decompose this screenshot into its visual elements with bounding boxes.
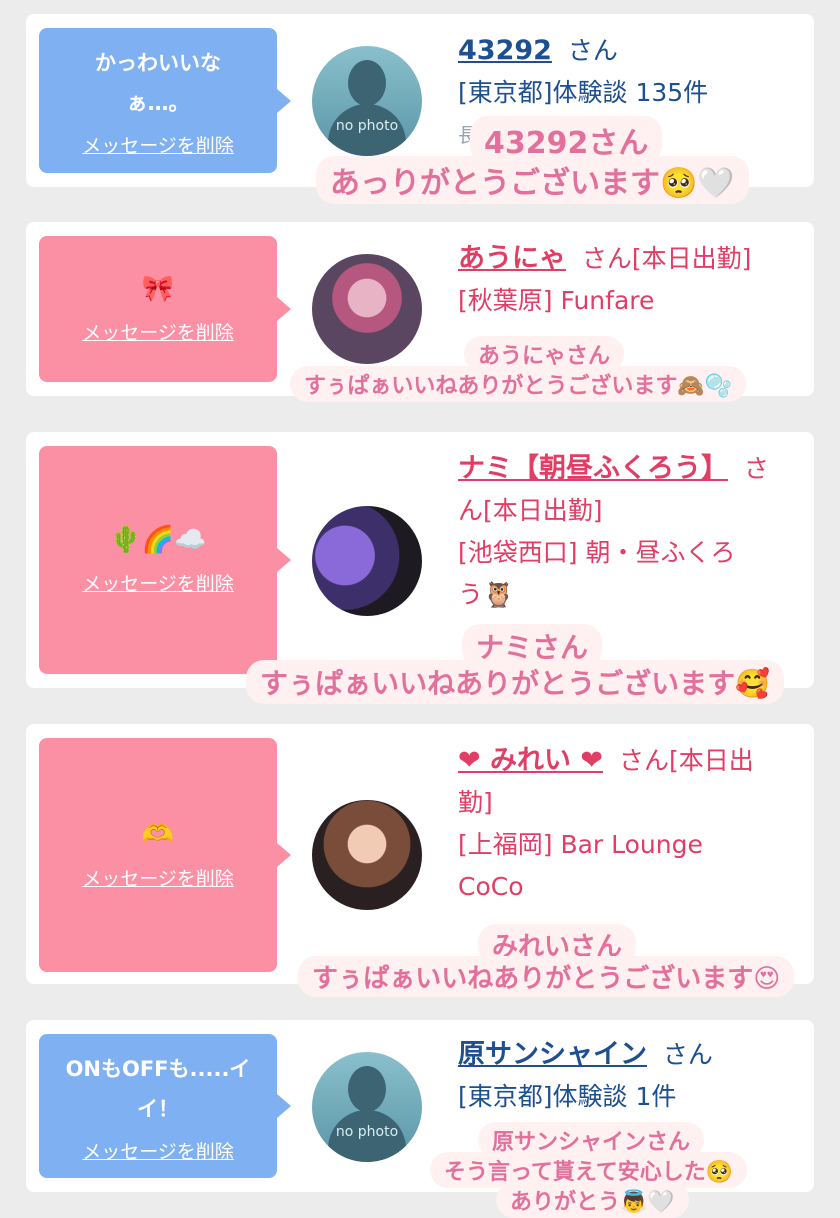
overlay-caption: すぅぱぁいいねありがとうございます😍	[298, 956, 795, 997]
user-name-link[interactable]: ナミ【朝昼ふくろう】	[458, 453, 728, 484]
message-bubble: かっわいいな ぁ…。 メッセージを削除	[39, 28, 291, 173]
overlay-caption: あっりがとうございます🥺🤍	[316, 156, 749, 204]
delete-message-link[interactable]: メッセージを削除	[82, 864, 234, 891]
user-location: [東京都]体験談 135件	[458, 78, 709, 107]
user-location: [秋葉原] Funfare	[458, 286, 655, 315]
honorific: さん[本日出	[618, 746, 754, 775]
user-info: あうにゃ さん[本日出勤] [秋葉原] Funfare	[458, 238, 794, 322]
card-mirei: 🫶 メッセージを削除 ❤ みれい ❤ さん[本日出 勤] [上福岡] Bar L…	[26, 724, 814, 984]
avatar[interactable]	[312, 254, 422, 364]
message-emoji: 🎀	[141, 273, 175, 304]
user-status: ん[本日出勤]	[458, 496, 603, 525]
delete-message-link[interactable]: メッセージを削除	[82, 569, 234, 596]
user-name-link[interactable]: 43292	[458, 35, 552, 66]
avatar[interactable]: no photo	[312, 1052, 422, 1162]
avatar[interactable]	[312, 800, 422, 910]
user-location-cont: う🦉	[458, 580, 515, 609]
message-bubble: ONもOFFも.....イ イ！ メッセージを削除	[39, 1034, 291, 1178]
delete-message-link[interactable]: メッセージを削除	[82, 131, 234, 158]
overlay-caption: ありがとう👼🤍	[496, 1182, 689, 1218]
message-text: かっわいいな ぁ…。	[95, 51, 221, 115]
delete-message-link[interactable]: メッセージを削除	[82, 1137, 234, 1164]
no-photo-label: no photo	[335, 118, 399, 134]
user-name-link[interactable]: ❤ みれい ❤	[458, 745, 603, 776]
message-emoji: 🫶	[141, 819, 175, 850]
no-photo-label: no photo	[335, 1124, 399, 1140]
user-info: 原サンシャイン さん [東京都]体験談 1件	[458, 1034, 794, 1118]
user-location: [東京都]体験談 1件	[458, 1082, 677, 1111]
user-name-link[interactable]: 原サンシャイン	[458, 1039, 647, 1070]
honorific: さん[本日出勤]	[581, 244, 752, 273]
message-bubble: 🎀 メッセージを削除	[39, 236, 291, 382]
user-location-cont: CoCo	[458, 872, 524, 901]
overlay-caption: すぅぱぁいいねありがとうございます🥰	[246, 660, 785, 704]
message-text: ONもOFFも.....イ イ！	[65, 1056, 251, 1121]
user-status: 勤]	[458, 788, 493, 817]
avatar[interactable]	[312, 506, 422, 616]
honorific: さん	[662, 1040, 713, 1069]
message-bubble: 🫶 メッセージを削除	[39, 738, 291, 972]
avatar[interactable]: no photo	[312, 46, 422, 156]
delete-message-link[interactable]: メッセージを削除	[82, 318, 234, 345]
honorific: さ	[743, 454, 769, 483]
user-location: [上福岡] Bar Lounge	[458, 830, 703, 859]
message-emoji: 🌵🌈☁️	[109, 524, 207, 555]
card-nami: 🌵🌈☁️ メッセージを削除 ナミ【朝昼ふくろう】 さ ん[本日出勤] [池袋西口…	[26, 432, 814, 688]
user-name-link[interactable]: あうにゃ	[458, 243, 566, 274]
overlay-caption: すぅぱぁいいねありがとうございます🙈🫧	[290, 366, 747, 402]
user-info: ❤ みれい ❤ さん[本日出 勤] [上福岡] Bar Lounge CoCo	[458, 740, 794, 908]
message-bubble: 🌵🌈☁️ メッセージを削除	[39, 446, 291, 674]
honorific: さん	[567, 36, 618, 65]
user-location: [池袋西口] 朝・昼ふくろ	[458, 538, 736, 567]
user-info: ナミ【朝昼ふくろう】 さ ん[本日出勤] [池袋西口] 朝・昼ふくろ う🦉	[458, 448, 794, 616]
